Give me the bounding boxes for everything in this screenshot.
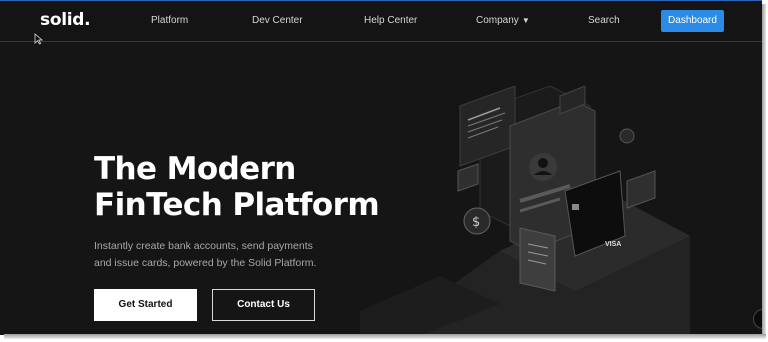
window-shadow-right [762, 4, 766, 338]
top-navbar: solid. Platform Dev Center Help Center C… [0, 1, 762, 42]
dollar-coin-icon: $ [472, 215, 480, 230]
solid-logo[interactable]: solid. [40, 10, 91, 30]
nav-company-label: Company [476, 15, 519, 26]
nav-help-center[interactable]: Help Center [364, 15, 417, 26]
browser-viewport: solid. Platform Dev Center Help Center C… [0, 0, 762, 335]
hero-subtitle: Instantly create bank accounts, send pay… [94, 238, 334, 272]
fintech-illustration: VISA $ [360, 86, 690, 335]
hero-title: The Modern FinTech Platform [94, 151, 380, 223]
nav-dev-center[interactable]: Dev Center [252, 15, 303, 26]
nav-company[interactable]: Company ▼ [476, 15, 530, 26]
chevron-down-icon: ▼ [521, 16, 530, 25]
nav-search[interactable]: Search [588, 15, 620, 26]
hero-subtitle-line-1: Instantly create bank accounts, send pay… [94, 240, 313, 252]
dashboard-button[interactable]: Dashboard [661, 10, 724, 32]
contact-us-button[interactable]: Contact Us [212, 289, 315, 321]
hero-subtitle-line-2: and issue cards, powered by the Solid Pl… [94, 257, 317, 269]
get-started-button[interactable]: Get Started [94, 289, 197, 321]
hero-title-line-2: FinTech Platform [94, 187, 380, 223]
mouse-cursor-icon [34, 33, 44, 45]
window-shadow-bottom [4, 334, 766, 339]
hero-title-line-1: The Modern [94, 151, 296, 187]
nav-platform[interactable]: Platform [151, 15, 188, 26]
visa-card-label: VISA [605, 241, 621, 248]
